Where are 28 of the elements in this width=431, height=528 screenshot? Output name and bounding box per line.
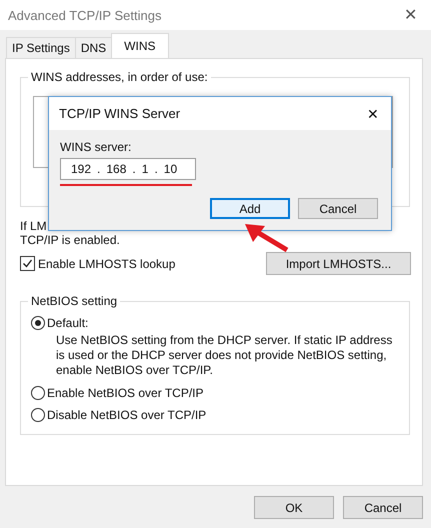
cancel-button[interactable]: Cancel xyxy=(298,198,378,219)
cancel-button[interactable]: Cancel xyxy=(343,496,423,519)
radio-button[interactable] xyxy=(31,386,45,400)
ok-button[interactable]: OK xyxy=(254,496,334,519)
checkbox[interactable] xyxy=(20,256,35,271)
group-title: NetBIOS setting xyxy=(28,294,120,308)
radio-button[interactable] xyxy=(31,316,45,330)
ip-address-field[interactable]: 192 . 168 . 1 . 10 xyxy=(60,158,196,180)
arrow-icon xyxy=(243,222,291,254)
group-title: WINS addresses, in order of use: xyxy=(28,70,211,84)
radio-label: Default: xyxy=(47,316,88,330)
radio-label: Disable NetBIOS over TCP/IP xyxy=(47,408,206,422)
close-button[interactable]: ✕ xyxy=(367,106,379,122)
import-button[interactable]: Import LMHOSTS... xyxy=(266,252,411,275)
radio-label: Enable NetBIOS over TCP/IP xyxy=(47,386,204,400)
option-description: Use NetBIOS setting from the DHCP server. If static IP address is used or the DHCP server does not provide NetBIOS setting, enable NetBIOS over TCP/IP. xyxy=(56,333,394,378)
tab[interactable]: IP Settings xyxy=(6,37,76,58)
dialog-title: TCP/IP WINS Server xyxy=(59,106,180,121)
add-button[interactable]: Add xyxy=(210,198,290,219)
checkbox-label: Enable LMHOSTS lookup xyxy=(38,256,176,270)
note-text: If LM xyxy=(20,219,47,233)
checkmark-icon xyxy=(22,258,33,269)
window-title: Advanced TCP/IP Settings xyxy=(8,8,162,22)
radio-button[interactable] xyxy=(31,408,45,422)
note-text: TCP/IP is enabled. xyxy=(20,233,120,247)
tab[interactable]: WINS xyxy=(111,33,169,58)
close-button[interactable]: ✕ xyxy=(404,5,417,25)
field-label: WINS server: xyxy=(60,140,132,154)
